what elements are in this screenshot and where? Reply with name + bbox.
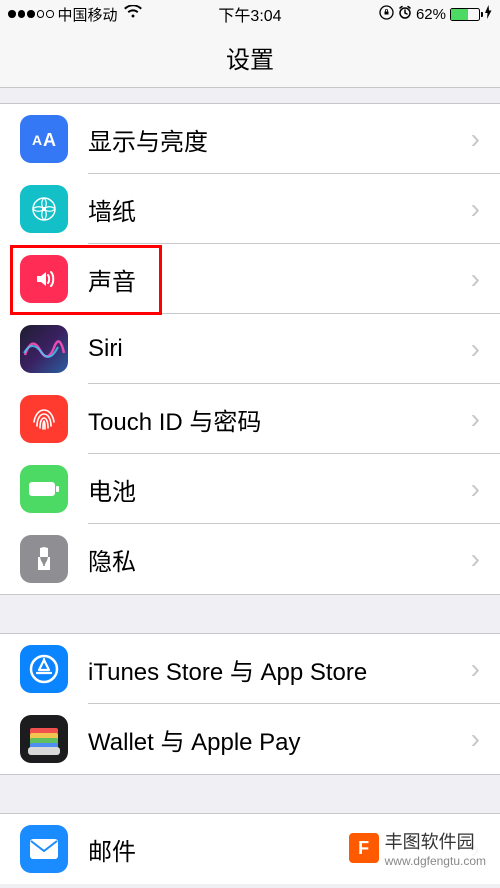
row-label: Touch ID 与密码: [88, 402, 471, 437]
watermark-text: 丰图软件园: [385, 828, 486, 854]
status-bar: 中国移动 下午3:04 62%: [0, 0, 500, 28]
row-label: 墙纸: [88, 192, 471, 227]
row-label: 隐私: [88, 542, 471, 577]
row-itunes-appstore[interactable]: iTunes Store 与 App Store ›: [0, 634, 500, 704]
row-label: Siri: [88, 335, 471, 363]
row-battery[interactable]: 电池 ›: [0, 454, 500, 524]
row-siri[interactable]: Siri ›: [0, 314, 500, 384]
row-display-brightness[interactable]: AA 显示与亮度 ›: [0, 104, 500, 174]
settings-group: AA 显示与亮度 › 墙纸 › 声音 › Siri › Touch ID 与密码: [0, 104, 500, 594]
chevron-right-icon: ›: [471, 403, 480, 435]
group-separator: [0, 88, 500, 104]
chevron-right-icon: ›: [471, 123, 480, 155]
group-separator: [0, 774, 500, 814]
row-wallpaper[interactable]: 墙纸 ›: [0, 174, 500, 244]
row-sound[interactable]: 声音 ›: [0, 244, 500, 314]
wallpaper-icon: [20, 185, 68, 233]
signal-strength-icon: [8, 10, 54, 18]
row-label: 声音: [88, 262, 471, 297]
display-brightness-icon: AA: [20, 115, 68, 163]
chevron-right-icon: ›: [471, 333, 480, 365]
battery-icon: [450, 8, 480, 21]
orientation-lock-icon: [379, 5, 394, 24]
battery-icon: [20, 465, 68, 513]
chevron-right-icon: ›: [471, 653, 480, 685]
wifi-icon: [124, 5, 142, 23]
page-title: 设置: [226, 40, 274, 75]
group-separator: [0, 594, 500, 634]
row-label: 显示与亮度: [88, 122, 471, 157]
privacy-icon: [20, 535, 68, 583]
row-label: 电池: [88, 472, 471, 507]
row-label: Wallet 与 Apple Pay: [88, 722, 471, 757]
status-left: 中国移动: [8, 4, 142, 25]
chevron-right-icon: ›: [471, 473, 480, 505]
chevron-right-icon: ›: [471, 263, 480, 295]
row-privacy[interactable]: 隐私 ›: [0, 524, 500, 594]
chevron-right-icon: ›: [471, 723, 480, 755]
sound-icon: [20, 255, 68, 303]
row-wallet-applepay[interactable]: Wallet 与 Apple Pay ›: [0, 704, 500, 774]
appstore-icon: [20, 645, 68, 693]
battery-pct: 62%: [416, 6, 446, 23]
watermark: F 丰图软件园 www.dgfengtu.com: [343, 826, 492, 870]
watermark-url: www.dgfengtu.com: [385, 854, 486, 868]
nav-header: 设置: [0, 28, 500, 88]
chevron-right-icon: ›: [471, 543, 480, 575]
settings-group: iTunes Store 与 App Store › Wallet 与 Appl…: [0, 634, 500, 774]
svg-text:A: A: [43, 130, 56, 150]
alarm-icon: [398, 5, 412, 23]
siri-icon: [20, 325, 68, 373]
status-right: 62%: [379, 5, 492, 24]
mail-icon: [20, 825, 68, 873]
status-time: 下午3:04: [218, 2, 281, 26]
chevron-right-icon: ›: [471, 193, 480, 225]
row-touchid-passcode[interactable]: Touch ID 与密码 ›: [0, 384, 500, 454]
touchid-icon: [20, 395, 68, 443]
carrier-label: 中国移动: [58, 4, 118, 25]
watermark-logo-icon: F: [349, 833, 379, 863]
charging-icon: [484, 5, 492, 23]
row-label: iTunes Store 与 App Store: [88, 652, 471, 687]
svg-text:A: A: [32, 132, 42, 148]
wallet-icon: [20, 715, 68, 763]
